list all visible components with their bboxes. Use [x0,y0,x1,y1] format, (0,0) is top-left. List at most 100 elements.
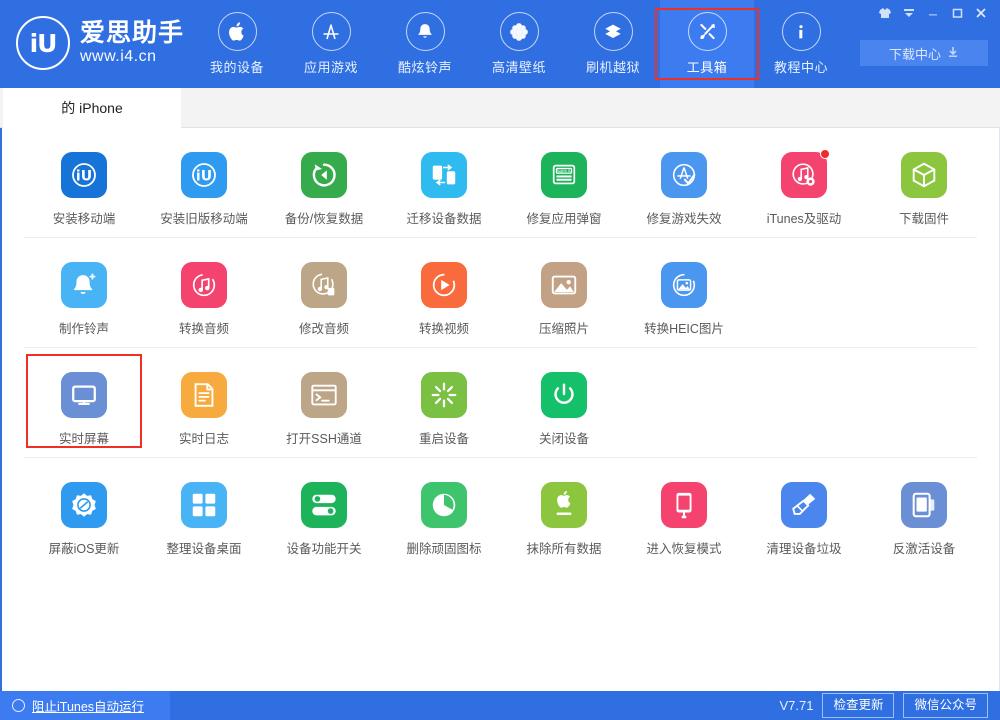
logo-title: 爱思助手 [80,20,184,46]
tool-label: 反激活设备 [893,538,956,557]
tool-firmware-box[interactable]: 下载固件 [864,146,984,227]
erase-all-icon [541,482,587,528]
nav-item-label: 工具箱 [687,57,728,76]
i4-app-icon: iU [61,152,107,198]
tool-label: 修复应用弹窗 [526,208,601,227]
block-itunes-toggle[interactable]: 阻止iTunes自动运行 [0,691,170,720]
tool-live-log[interactable]: 实时日志 [144,366,264,447]
nav-item-flash-box[interactable]: 刷机越狱 [566,0,660,88]
tool-block-update[interactable]: 屏蔽iOS更新 [24,476,144,557]
firmware-box-icon [901,152,947,198]
i4-app-old-icon: iU [181,152,227,198]
appleid-card-icon: Apple ID [541,152,587,198]
tool-label: 备份/恢复数据 [285,208,363,227]
main-nav: 我的设备应用游戏 酷炫铃声 高清壁纸刷机越狱工具箱 教程中心 [190,0,848,88]
toolbox-row-items: 屏蔽iOS更新 整理设备桌面设备功能开关删除顽固图标 抹除所有数据 进入恢复模式 清理设… [2,476,999,557]
app-header: iU 爱思助手 www.i4.cn 我的设备应用游戏 酷炫铃声 高清壁纸刷机越狱工具… [0,0,1000,88]
flash-box-icon [594,12,633,51]
tool-delete-icon[interactable]: 删除顽固图标 [384,476,504,557]
tool-i4-app[interactable]: iU 安装移动端 [24,146,144,227]
app-logo: iU 爱思助手 www.i4.cn [16,16,184,70]
nav-item-tools[interactable]: 工具箱 [660,0,754,88]
photo-compress-icon [541,262,587,308]
tool-ssh-terminal[interactable]: 打开SSH通道 [264,366,384,447]
tool-itunes-driver[interactable]: iTunes及驱动 [744,146,864,227]
tool-feature-switch[interactable]: 设备功能开关 [264,476,384,557]
tool-label: iTunes及驱动 [767,208,842,227]
ssh-terminal-icon [301,372,347,418]
tool-label: 屏蔽iOS更新 [49,538,120,557]
tool-label: 实时屏幕 [59,428,109,447]
tool-deactivate[interactable]: 反激活设备 [864,476,984,557]
tool-photo-compress[interactable]: 压缩照片 [504,256,624,337]
nav-item-label: 应用游戏 [304,57,358,76]
arrange-desktop-icon [181,482,227,528]
tool-label: 删除顽固图标 [406,538,481,557]
video-convert-icon [421,262,467,308]
tool-recovery-mode[interactable]: 进入恢复模式 [624,476,744,557]
tool-label: 安装移动端 [53,208,116,227]
live-screen-icon [61,372,107,418]
svg-text:iU: iU [196,169,212,185]
tool-reboot[interactable]: 重启设备 [384,366,504,447]
tool-appstore-check[interactable]: 修复游戏失效 [624,146,744,227]
tool-migrate-data[interactable]: 迁移设备数据 [384,146,504,227]
nav-item-label: 酷炫铃声 [398,57,452,76]
tool-heic-convert[interactable]: 转换HEIC图片 [624,256,744,337]
status-bar: 阻止iTunes自动运行 V7.71 检查更新 微信公众号 [0,691,1000,720]
block-update-icon [61,482,107,528]
close-icon[interactable] [970,3,992,23]
apple-icon [218,12,257,51]
download-center-button[interactable]: 下载中心 [860,40,988,66]
toolbox-row-items: iU 安装移动端 iU 安装旧版移动端 备份/恢复数据 迁移设备数据 Apple ID 修复应… [2,146,999,227]
tool-i4-app-old[interactable]: iU 安装旧版移动端 [144,146,264,227]
tool-ringtone-make[interactable]: 制作铃声 [24,256,144,337]
tool-label: 进入恢复模式 [646,538,721,557]
nav-item-label: 教程中心 [774,57,828,76]
audio-convert-icon [181,262,227,308]
menu-icon[interactable] [898,3,920,23]
tab-device-iphone[interactable]: 的 iPhone [3,88,181,128]
tool-label: 实时日志 [179,428,229,447]
tool-erase-all[interactable]: 抹除所有数据 [504,476,624,557]
tool-label: 迁移设备数据 [406,208,481,227]
itunes-driver-icon [781,152,827,198]
tool-label: 修改音频 [299,318,349,337]
nav-item-bell[interactable]: 酷炫铃声 [378,0,472,88]
tool-label: 安装旧版移动端 [160,208,248,227]
tool-appleid-card[interactable]: Apple ID 修复应用弹窗 [504,146,624,227]
version-label: V7.71 [779,698,813,713]
tool-video-convert[interactable]: 转换视频 [384,256,504,337]
wechat-button[interactable]: 微信公众号 [903,693,988,717]
audio-edit-icon [301,262,347,308]
bell-icon [406,12,445,51]
tool-power-off[interactable]: 关闭设备 [504,366,624,447]
i4-logo-icon: iU [16,16,70,70]
tool-label: 抹除所有数据 [526,538,601,557]
skin-icon[interactable] [874,3,896,23]
tool-audio-convert[interactable]: 转换音频 [144,256,264,337]
tool-arrange-desktop[interactable]: 整理设备桌面 [144,476,264,557]
tool-backup-restore[interactable]: 备份/恢复数据 [264,146,384,227]
download-icon [947,46,959,61]
tool-live-screen[interactable]: 实时屏幕 [24,366,144,447]
ringtone-make-icon [61,262,107,308]
tool-label: 下载固件 [899,208,949,227]
tool-clean-junk[interactable]: 清理设备垃圾 [744,476,864,557]
toolbox-row: 屏蔽iOS更新 整理设备桌面设备功能开关删除顽固图标 抹除所有数据 进入恢复模式 清理设… [2,458,999,567]
maximize-icon[interactable] [946,3,968,23]
tool-label: 压缩照片 [539,318,589,337]
minimize-icon[interactable] [922,3,944,23]
nav-item-apple[interactable]: 我的设备 [190,0,284,88]
status-bar-right: V7.71 检查更新 微信公众号 [779,693,1000,717]
radio-circle-icon [12,699,25,712]
tool-audio-edit[interactable]: 修改音频 [264,256,384,337]
nav-item-info[interactable]: 教程中心 [754,0,848,88]
migrate-data-icon [421,152,467,198]
tool-label: 修复游戏失效 [646,208,721,227]
feature-switch-icon [301,482,347,528]
nav-item-flower[interactable]: 高清壁纸 [472,0,566,88]
nav-item-appstore[interactable]: 应用游戏 [284,0,378,88]
device-tabbar: 的 iPhone [0,88,1000,128]
check-update-button[interactable]: 检查更新 [822,693,894,717]
